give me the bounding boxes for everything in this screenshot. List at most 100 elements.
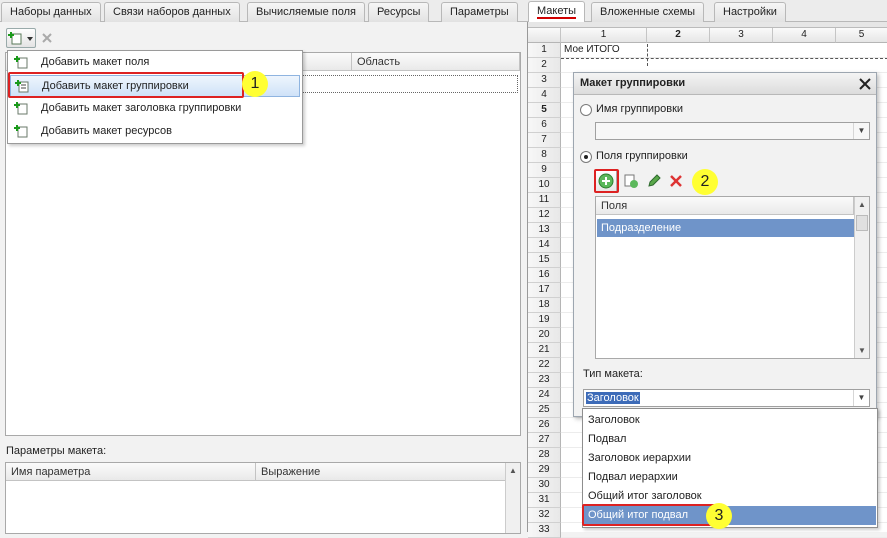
row-header[interactable]: 24 — [528, 388, 561, 403]
col-header[interactable]: 2 — [647, 28, 710, 43]
row-header[interactable]: 25 — [528, 403, 561, 418]
tab-layouts[interactable]: Макеты — [528, 1, 586, 22]
row-header[interactable]: 6 — [528, 118, 561, 133]
row-header[interactable]: 14 — [528, 238, 561, 253]
table-row[interactable]: Подразделение — [597, 219, 854, 237]
row-header[interactable]: 11 — [528, 193, 561, 208]
menu-item-label: Добавить макет заголовка группировки — [41, 102, 242, 114]
row-header[interactable]: 15 — [528, 253, 561, 268]
sheet-corner — [528, 28, 561, 43]
copy-icon[interactable] — [623, 173, 639, 189]
fields-col-header[interactable]: Поля — [596, 197, 854, 215]
row-header[interactable]: 21 — [528, 343, 561, 358]
scroll-down-icon[interactable]: ▼ — [855, 343, 869, 358]
grouping-layout-dialog: Макет группировки Имя группировки ▼ Поля… — [573, 72, 877, 417]
layout-type-value: Заголовок — [586, 392, 640, 404]
tab-datasets[interactable]: Наборы данных — [1, 2, 101, 22]
row-header[interactable]: 4 — [528, 88, 561, 103]
sheet-row[interactable] — [561, 58, 887, 73]
fields-scrollbar[interactable]: ▲ ▼ — [854, 197, 869, 358]
params-col-name[interactable]: Имя параметра — [6, 463, 256, 481]
params-table[interactable]: Имя параметра Выражение ▲ — [5, 462, 521, 534]
tab-nested-schemas[interactable]: Вложенные схемы — [591, 2, 705, 22]
row-header[interactable]: 26 — [528, 418, 561, 433]
tab-dataset-links[interactable]: Связи наборов данных — [104, 2, 240, 22]
menu-item-add-group-header-layout[interactable]: Добавить макет заголовка группировки — [8, 98, 302, 120]
row-header[interactable]: 16 — [528, 268, 561, 283]
radio-group-fields-label: Поля группировки — [596, 150, 688, 162]
delete-icon[interactable] — [670, 175, 682, 187]
row-header[interactable]: 20 — [528, 328, 561, 343]
scroll-up-icon[interactable]: ▲ — [855, 197, 869, 212]
close-icon[interactable] — [859, 78, 871, 90]
row-header[interactable]: 19 — [528, 313, 561, 328]
highlight-box-3 — [582, 504, 718, 526]
row-header[interactable]: 9 — [528, 163, 561, 178]
tab-calculated-fields[interactable]: Вычисляемые поля — [247, 2, 365, 22]
params-col-expr[interactable]: Выражение — [256, 463, 512, 481]
row-header[interactable]: 7 — [528, 133, 561, 148]
col-header[interactable]: 4 — [773, 28, 836, 43]
cell-border-dash — [561, 58, 887, 59]
row-header[interactable]: 22 — [528, 358, 561, 373]
tab-resources[interactable]: Ресурсы — [368, 2, 430, 22]
row-header[interactable]: 8 — [528, 148, 561, 163]
tab-layouts-label: Макеты — [537, 5, 577, 19]
step-badge-2: 2 — [692, 169, 718, 195]
chevron-down-icon[interactable]: ▼ — [853, 390, 869, 406]
field-layout-icon — [14, 56, 28, 69]
add-layout-icon — [8, 32, 33, 45]
group-name-select[interactable]: ▼ — [595, 122, 870, 140]
highlight-box-2 — [594, 169, 619, 193]
row-header[interactable]: 23 — [528, 373, 561, 388]
highlight-box-1 — [8, 72, 244, 98]
radio-group-name-label: Имя группировки — [596, 103, 684, 115]
scroll-thumb[interactable] — [856, 215, 868, 231]
layouts-col-area[interactable]: Область — [352, 53, 520, 71]
row-header[interactable]: 2 — [528, 58, 561, 73]
row-header[interactable]: 17 — [528, 283, 561, 298]
dialog-title: Макет группировки — [574, 73, 876, 95]
row-header[interactable]: 30 — [528, 478, 561, 493]
menu-item-label: Добавить макет поля — [41, 56, 150, 68]
dropdown-option[interactable]: Подвал — [584, 430, 876, 449]
delete-icon[interactable] — [41, 32, 53, 44]
dropdown-option[interactable]: Подвал иерархии — [584, 468, 876, 487]
col-header[interactable]: 5 — [836, 28, 887, 43]
add-layout-button[interactable] — [6, 28, 36, 48]
fields-table[interactable]: Поля Подразделение ▲ ▼ — [595, 196, 870, 359]
menu-item-add-resources-layout[interactable]: Добавить макет ресурсов — [8, 121, 302, 143]
scroll-up-icon[interactable]: ▲ — [506, 463, 520, 478]
params-scrollbar[interactable]: ▲ — [505, 463, 520, 533]
dropdown-option[interactable]: Заголовок иерархии — [584, 449, 876, 468]
row-header[interactable]: 31 — [528, 493, 561, 508]
field-name: Подразделение — [601, 222, 682, 234]
edit-pencil-icon[interactable] — [646, 173, 662, 189]
tab-bar: Наборы данных Связи наборов данных Вычис… — [0, 0, 887, 22]
chevron-down-icon[interactable]: ▼ — [853, 123, 869, 139]
radio-group-fields[interactable] — [580, 151, 592, 163]
row-header[interactable]: 1 — [528, 43, 561, 58]
row-header[interactable]: 18 — [528, 298, 561, 313]
row-header[interactable]: 29 — [528, 463, 561, 478]
cell-r1c1[interactable]: Мое ИТОГО — [564, 44, 620, 55]
row-header[interactable]: 28 — [528, 448, 561, 463]
layout-type-select[interactable]: Заголовок ▼ — [583, 389, 870, 407]
row-header[interactable]: 5 — [528, 103, 561, 118]
step-badge-3: 3 — [706, 503, 732, 529]
row-header[interactable]: 13 — [528, 223, 561, 238]
row-header[interactable]: 10 — [528, 178, 561, 193]
dropdown-option[interactable]: Заголовок — [584, 411, 876, 430]
row-header[interactable]: 33 — [528, 523, 561, 538]
menu-item-label: Добавить макет ресурсов — [41, 125, 172, 137]
resources-layout-icon — [14, 125, 28, 138]
col-header[interactable]: 3 — [710, 28, 773, 43]
tab-settings[interactable]: Настройки — [714, 2, 786, 22]
row-header[interactable]: 3 — [528, 73, 561, 88]
row-header[interactable]: 27 — [528, 433, 561, 448]
row-header[interactable]: 12 — [528, 208, 561, 223]
tab-parameters[interactable]: Параметры — [441, 2, 518, 22]
radio-group-name[interactable] — [580, 104, 592, 116]
row-header[interactable]: 32 — [528, 508, 561, 523]
col-header[interactable]: 1 — [561, 28, 647, 43]
